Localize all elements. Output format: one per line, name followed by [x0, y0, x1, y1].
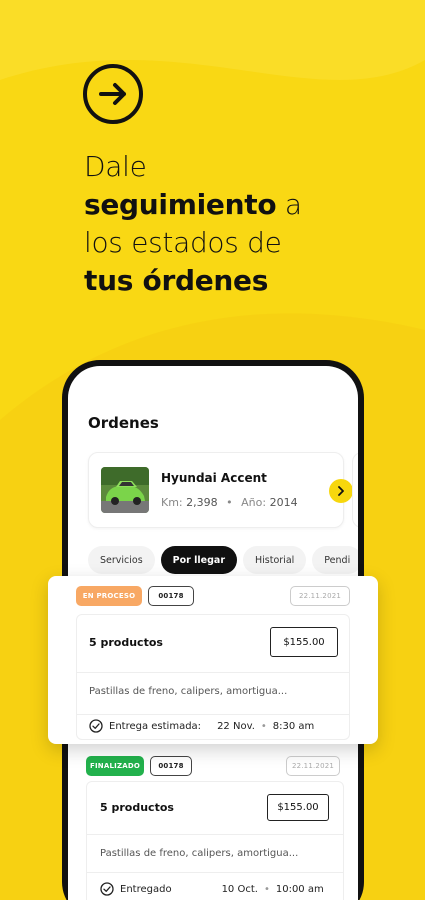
check-circle-icon: [100, 882, 114, 896]
headline-line-1: Dale: [84, 150, 147, 183]
vehicle-card[interactable]: Hyundai Accent Km: 2,398 • Año: 2014: [88, 452, 353, 528]
headline-line-3: los estados de: [84, 226, 282, 259]
order-date-badge: 22.11.2021: [290, 586, 350, 606]
delivery-time: 8:30 am: [272, 720, 315, 732]
km-label: Km:: [161, 496, 183, 509]
tab-historial[interactable]: Historial: [243, 546, 307, 574]
order-code-badge: 00178: [148, 586, 194, 606]
delivery-info: Entregado 10 Oct. • 10:00 am: [100, 882, 324, 896]
status-badge: EN PROCESO: [76, 586, 142, 606]
delivery-date: 22 Nov.: [217, 720, 255, 732]
order-card-finished[interactable]: FINALIZADO 00178 22.11.2021 5 productos …: [86, 753, 350, 900]
divider: [87, 834, 343, 835]
tab-servicios[interactable]: Servicios: [88, 546, 155, 574]
vehicle-name: Hyundai Accent: [161, 471, 267, 485]
year-value: 2014: [269, 496, 298, 509]
divider: [77, 714, 349, 715]
check-circle-icon: [89, 719, 103, 733]
order-date-badge: 22.11.2021: [286, 756, 340, 776]
headline-line-2-bold: seguimiento: [84, 188, 277, 221]
year-label: Año:: [241, 496, 267, 509]
headline-line-2-light: a: [276, 188, 302, 221]
order-tabs: Servicios Por llegar Historial Pendi: [88, 546, 358, 574]
headline-line-4: tus órdenes: [84, 264, 269, 297]
divider: [87, 872, 343, 873]
screen-title: Ordenes: [88, 414, 159, 432]
products-count: 5 productos: [100, 801, 174, 814]
km-value: 2,398: [186, 496, 218, 509]
order-price: $155.00: [270, 627, 338, 657]
order-details: 5 productos $155.00 Pastillas de freno, …: [86, 781, 344, 900]
delivery-separator: •: [260, 720, 267, 732]
car-thumbnail: [101, 467, 149, 513]
delivery-label: Entrega estimada:: [109, 720, 202, 732]
products-count: 5 productos: [89, 636, 163, 649]
tab-por-llegar[interactable]: Por llegar: [160, 546, 238, 574]
delivery-time: 10:00 am: [275, 883, 324, 895]
delivery-label: Entregado: [120, 883, 172, 895]
divider: [77, 672, 349, 673]
order-details: 5 productos $155.00 Pastillas de freno, …: [76, 614, 350, 740]
vehicle-meta: Km: 2,398 • Año: 2014: [161, 496, 298, 509]
meta-separator: •: [226, 496, 233, 509]
order-description: Pastillas de freno, calipers, amortigua.…: [100, 848, 299, 859]
status-badge: FINALIZADO: [86, 756, 144, 776]
order-code-badge: 00178: [150, 756, 192, 776]
next-vehicle-button[interactable]: [329, 479, 353, 503]
order-card-in-progress[interactable]: EN PROCESO 00178 22.11.2021 5 productos …: [48, 576, 378, 744]
order-price: $155.00: [267, 794, 329, 821]
chevron-right-icon: [338, 486, 344, 496]
delivery-date: 10 Oct.: [221, 883, 258, 895]
headline: Dale seguimiento a los estados de tus ór…: [84, 148, 404, 300]
arrow-right-circle-icon: [83, 64, 143, 124]
tab-pendientes[interactable]: Pendi: [312, 546, 358, 574]
next-vehicle-card-peek[interactable]: [352, 452, 358, 528]
order-description: Pastillas de freno, calipers, amortigua.…: [89, 686, 288, 697]
delivery-info: Entrega estimada: 22 Nov. • 8:30 am: [89, 719, 314, 733]
delivery-separator: •: [263, 883, 270, 895]
